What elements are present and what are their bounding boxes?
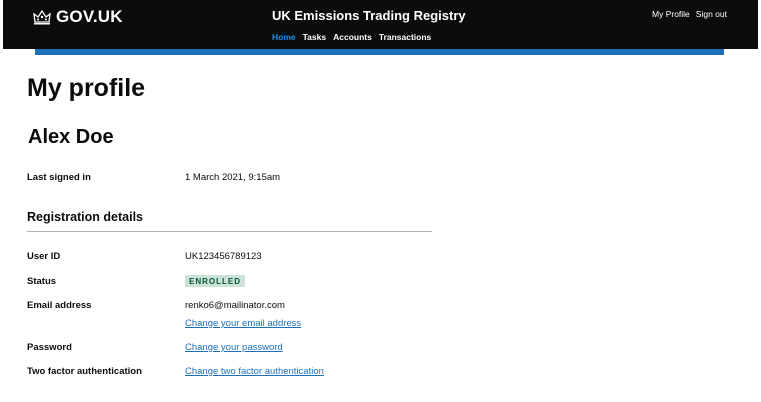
status-label: Status — [27, 276, 57, 287]
nav-item-tasks[interactable]: Tasks — [303, 32, 326, 42]
change-email-link[interactable]: Change your email address — [185, 318, 301, 329]
my-profile-link[interactable]: My Profile — [652, 9, 690, 19]
change-two-factor-link[interactable]: Change two factor authentication — [185, 366, 324, 377]
password-label: Password — [27, 342, 72, 353]
two-factor-label: Two factor authentication — [27, 366, 142, 377]
govuk-logo-link[interactable]: GOV.UK — [32, 7, 123, 27]
section-divider — [27, 231, 432, 232]
email-address-value: renko6@mailinator.com — [185, 300, 285, 311]
email-address-label: Email address — [27, 300, 92, 311]
logo-text: GOV.UK — [56, 7, 123, 26]
nav-item-accounts[interactable]: Accounts — [333, 32, 372, 42]
user-id-value: UK123456789123 — [185, 251, 262, 262]
account-links: My Profile Sign out — [652, 9, 727, 19]
status-badge: ENROLLED — [185, 275, 245, 287]
service-name-link[interactable]: UK Emissions Trading Registry — [272, 8, 466, 23]
primary-navigation: Home Tasks Accounts Transactions — [272, 32, 431, 42]
header-accent-bar — [35, 49, 724, 55]
last-signed-in-value: 1 March 2021, 9:15am — [185, 172, 281, 183]
user-name-heading: Alex Doe — [28, 126, 114, 148]
last-signed-in-label: Last signed in — [27, 172, 91, 183]
change-password-link[interactable]: Change your password — [185, 342, 283, 353]
registration-details-heading: Registration details — [27, 210, 143, 224]
page-title: My profile — [27, 74, 146, 102]
crown-icon — [33, 9, 51, 25]
nav-item-transactions[interactable]: Transactions — [379, 32, 431, 42]
nav-item-home[interactable]: Home — [272, 32, 296, 42]
sign-out-link[interactable]: Sign out — [696, 9, 727, 19]
user-id-label: User ID — [27, 251, 61, 262]
